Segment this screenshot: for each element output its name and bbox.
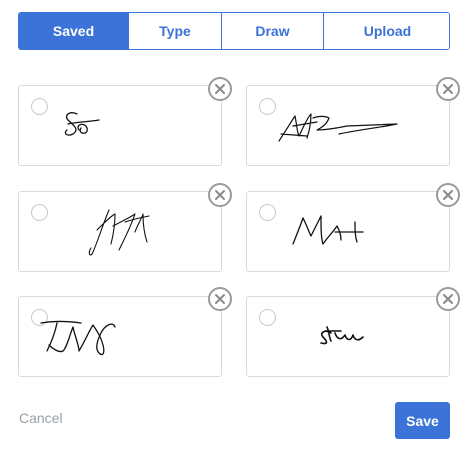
- close-icon: [215, 294, 225, 304]
- delete-signature-1[interactable]: [208, 77, 232, 101]
- delete-signature-5[interactable]: [208, 287, 232, 311]
- saved-signature-card-3[interactable]: [18, 191, 222, 272]
- save-button[interactable]: Save: [395, 402, 450, 439]
- signature-image: [320, 326, 364, 345]
- tab-draw[interactable]: Draw: [222, 13, 324, 49]
- delete-signature-2[interactable]: [436, 77, 460, 101]
- signature-image: [40, 320, 116, 356]
- signature-source-tabs: Saved Type Draw Upload: [18, 12, 450, 50]
- saved-signature-card-4[interactable]: [246, 191, 450, 272]
- saved-signature-card-6[interactable]: [246, 296, 450, 377]
- signature-image: [88, 209, 150, 256]
- signature-image: [278, 113, 398, 142]
- delete-signature-4[interactable]: [436, 183, 460, 207]
- tab-upload[interactable]: Upload: [324, 13, 449, 49]
- close-icon: [443, 190, 453, 200]
- saved-signature-card-5[interactable]: [18, 296, 222, 377]
- saved-signature-card-1[interactable]: [18, 85, 222, 166]
- delete-signature-3[interactable]: [208, 183, 232, 207]
- tab-type[interactable]: Type: [129, 13, 222, 49]
- close-icon: [443, 84, 453, 94]
- signature-image: [64, 112, 100, 136]
- signature-image: [292, 215, 364, 245]
- delete-signature-6[interactable]: [436, 287, 460, 311]
- cancel-button[interactable]: Cancel: [19, 410, 63, 426]
- tab-saved[interactable]: Saved: [19, 13, 129, 49]
- close-icon: [443, 294, 453, 304]
- saved-signature-card-2[interactable]: [246, 85, 450, 166]
- close-icon: [215, 84, 225, 94]
- close-icon: [215, 190, 225, 200]
